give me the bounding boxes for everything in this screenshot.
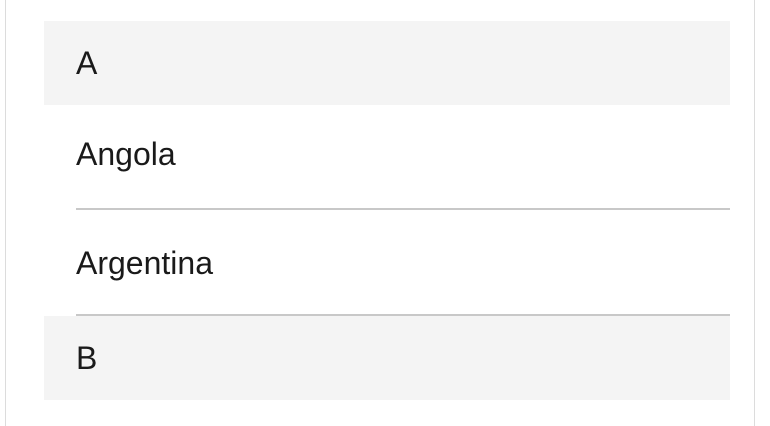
country-list-panel: A Angola Argentina B — [5, 0, 755, 426]
section-header-a: A — [44, 21, 730, 105]
list-item-angola[interactable]: Angola — [44, 105, 730, 210]
list-item-label: Angola — [76, 136, 176, 172]
list-item-argentina[interactable]: Argentina — [44, 210, 730, 316]
section-header-b: B — [44, 316, 730, 400]
section-header-label: A — [76, 44, 98, 81]
section-header-label: B — [76, 339, 98, 376]
list-item-label: Argentina — [76, 244, 213, 281]
country-list: A Angola Argentina B — [44, 21, 730, 400]
